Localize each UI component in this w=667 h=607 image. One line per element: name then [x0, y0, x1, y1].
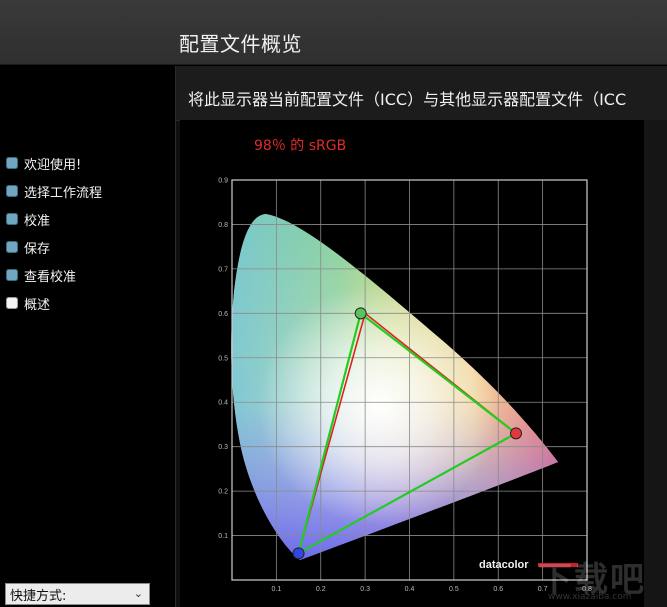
x-tick-label: 0.6 [493, 586, 503, 593]
logo-text: datacolor [479, 559, 529, 571]
y-tick-label: 0.1 [218, 533, 228, 540]
blue-primary-point [292, 547, 305, 560]
y-tick-label: 0.5 [218, 355, 228, 362]
watermark-url: www.xiazaiba.com [548, 592, 632, 602]
y-tick-label: 0.2 [218, 489, 228, 496]
y-tick-label: 0.3 [218, 444, 228, 451]
x-tick-label: 0.2 [316, 586, 326, 593]
x-tick-label: 0.5 [449, 586, 459, 593]
x-tick-label: 0.1 [272, 586, 282, 593]
y-tick-label: 0.9 [218, 178, 228, 185]
x-tick-label: 0.3 [360, 586, 370, 593]
y-tick-label: 0.6 [218, 311, 228, 318]
y-tick-label: 0.8 [218, 222, 228, 229]
gamut-locus [231, 214, 558, 560]
y-tick-label: 0.7 [218, 266, 228, 273]
x-tick-label: 0.4 [405, 586, 415, 593]
cie-gamut-chart: 0.1 0.2 0.3 0.4 0.5 0.6 0.7 0.80.90.80.70.60.50… [218, 178, 592, 594]
y-tick-label: 0.4 [218, 400, 228, 407]
green-primary-point [354, 307, 367, 320]
red-primary-point [510, 427, 522, 440]
